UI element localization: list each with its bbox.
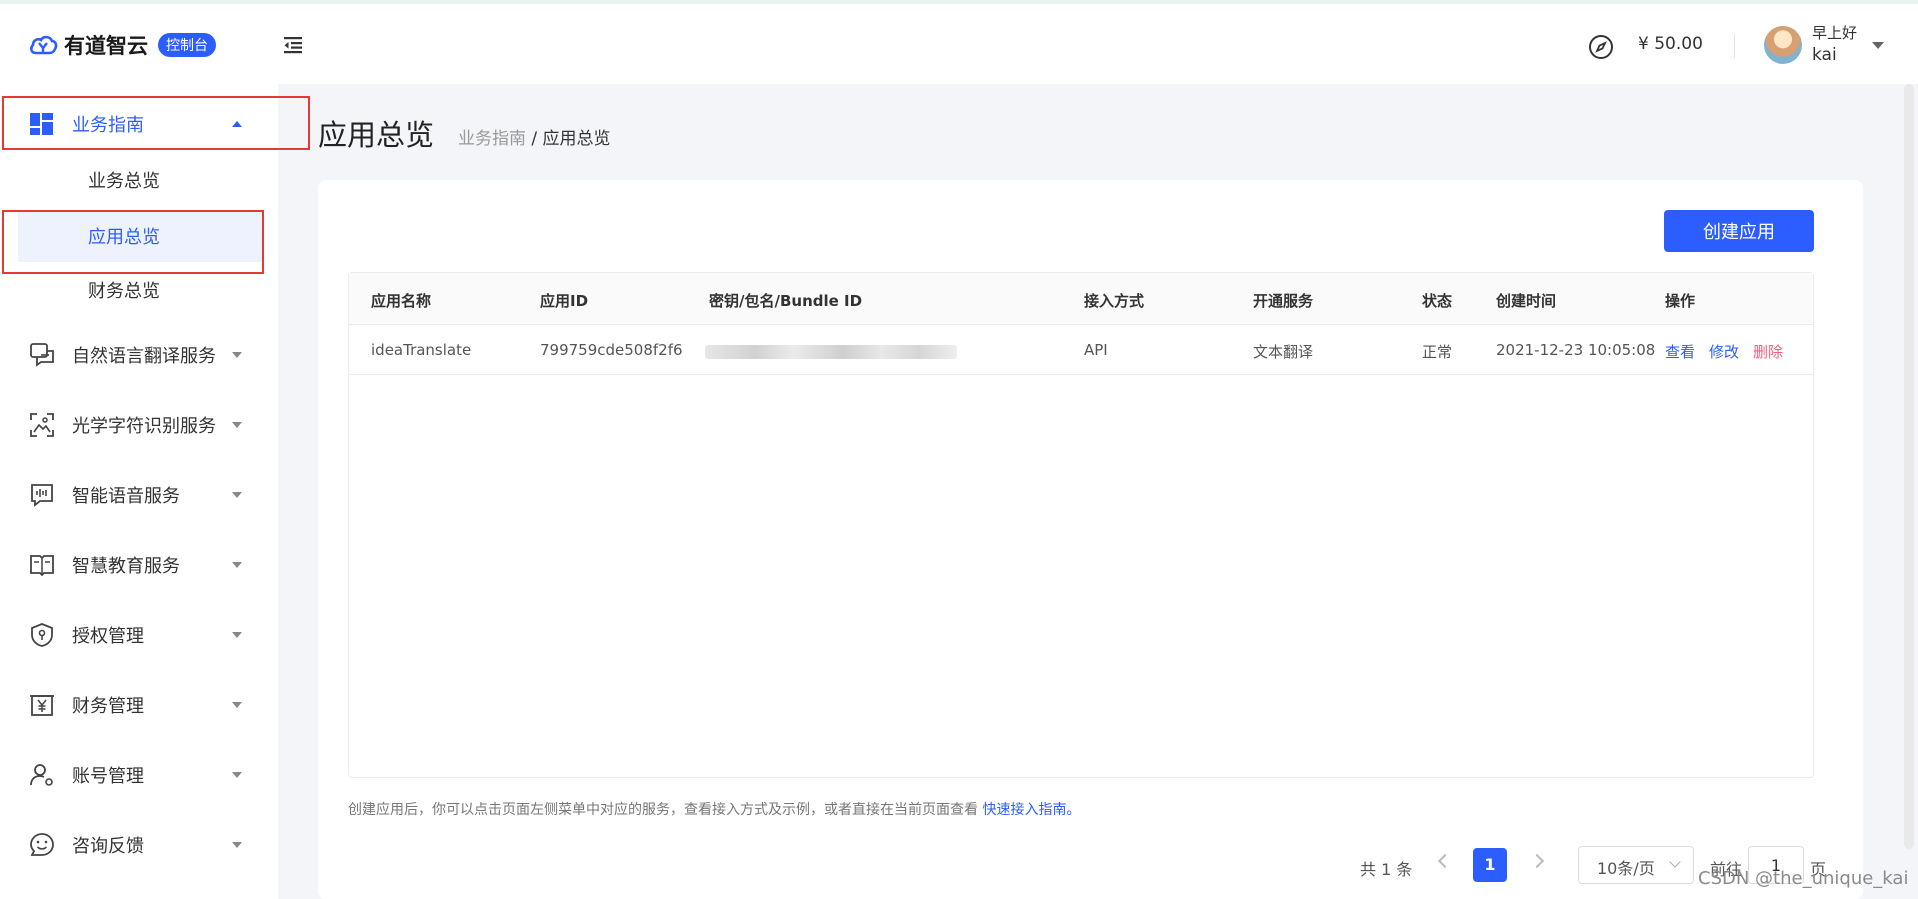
highlight-box-app-overview xyxy=(2,210,264,274)
page-size-value: 10条/页 xyxy=(1597,859,1655,878)
breadcrumb: 业务指南 / 应用总览 xyxy=(458,124,611,149)
sidebar-item-authorization[interactable]: 授权管理 xyxy=(0,610,278,660)
sidebar-item-account[interactable]: 账号管理 xyxy=(0,750,278,800)
sidebar-item-label: 授权管理 xyxy=(72,626,144,647)
cloud-logo-icon xyxy=(30,35,58,55)
cell-status: 正常 xyxy=(1422,343,1453,361)
chevron-down-icon xyxy=(232,842,242,848)
sidebar-item-label: 咨询反馈 xyxy=(72,836,144,857)
quick-start-guide-link[interactable]: 快速接入指南。 xyxy=(982,802,1080,818)
sidebar-item-translation[interactable]: 自然语言翻译服务 xyxy=(0,330,278,380)
book-icon xyxy=(30,555,54,577)
chevron-down-icon xyxy=(232,352,242,358)
column-header: 密钥/包名/Bundle ID xyxy=(709,292,863,310)
shield-icon xyxy=(31,623,53,647)
cell-app-name: ideaTranslate xyxy=(371,341,472,359)
chevron-down-icon xyxy=(232,422,242,428)
user-dropdown-caret-icon[interactable] xyxy=(1872,42,1884,49)
edit-link[interactable]: 修改 xyxy=(1709,343,1739,361)
page-scrollbar[interactable] xyxy=(1904,84,1914,849)
logo[interactable]: 有道智云 控制台 xyxy=(28,30,216,60)
breadcrumb-parent[interactable]: 业务指南 xyxy=(458,129,526,149)
column-header: 创建时间 xyxy=(1496,292,1557,310)
chevron-down-icon xyxy=(232,562,242,568)
column-header: 接入方式 xyxy=(1084,292,1145,310)
sidebar-subitem-business-overview[interactable]: 业务总览 xyxy=(18,154,264,206)
sidebar-item-feedback[interactable]: 咨询反馈 xyxy=(0,820,278,870)
column-header: 操作 xyxy=(1665,292,1696,310)
column-header: 应用名称 xyxy=(371,292,432,310)
page-number-current[interactable]: 1 xyxy=(1473,848,1507,882)
user-greeting[interactable]: 早上好 kai xyxy=(1812,22,1857,66)
create-app-button[interactable]: 创建应用 xyxy=(1664,210,1814,252)
sidebar-item-ocr[interactable]: 光学字符识别服务 xyxy=(0,400,278,450)
hint-text: 创建应用后，你可以点击页面左侧菜单中对应的服务，查看接入方式及示例，或者直接在当… xyxy=(348,802,983,818)
apps-table: 应用名称 应用ID 密钥/包名/Bundle ID 接入方式 开通服务 状态 创… xyxy=(348,272,1814,778)
cell-secret-key-blurred xyxy=(705,345,957,359)
chevron-down-icon xyxy=(232,702,242,708)
sidebar-item-voice[interactable]: 智能语音服务 xyxy=(0,470,278,520)
avatar[interactable] xyxy=(1764,26,1802,64)
console-badge: 控制台 xyxy=(158,33,216,57)
chevron-down-icon xyxy=(232,492,242,498)
sidebar-item-label: 智慧教育服务 xyxy=(72,556,180,577)
account-balance[interactable]: ¥ 50.00 xyxy=(1638,34,1703,54)
sidebar-item-label: 自然语言翻译服务 xyxy=(72,346,216,367)
sidebar-item-label: 光学字符识别服务 xyxy=(72,416,216,437)
table-row: ideaTranslate 799759cde508f2f6 API 文本翻译 … xyxy=(349,325,1813,375)
smile-icon xyxy=(30,833,54,856)
sidebar-item-education[interactable]: 智慧教育服务 xyxy=(0,540,278,590)
chevron-down-icon xyxy=(1669,856,1681,868)
header-divider xyxy=(1734,34,1735,58)
chevron-down-icon xyxy=(232,632,242,638)
column-header: 开通服务 xyxy=(1253,292,1314,310)
cell-operations: 查看 修改 删除 xyxy=(1665,341,1783,362)
username: kai xyxy=(1812,45,1837,65)
highlight-box-business-guide xyxy=(2,96,310,150)
breadcrumb-separator: / xyxy=(526,129,543,149)
view-link[interactable]: 查看 xyxy=(1665,343,1695,361)
sidebar: 业务指南 业务总览 应用总览 财务总览 自然语言翻译服务 光学字符识别服务 智能… xyxy=(0,84,278,899)
column-header: 状态 xyxy=(1422,292,1453,310)
compass-icon[interactable] xyxy=(1588,34,1614,60)
watermark: CSDN @the_unique_kai xyxy=(1698,868,1909,889)
yen-box-icon xyxy=(30,695,54,716)
logo-text: 有道智云 xyxy=(64,34,148,58)
collapse-menu-icon[interactable] xyxy=(282,34,304,56)
sidebar-item-label: 财务管理 xyxy=(72,696,144,717)
voice-wave-icon xyxy=(31,484,53,507)
cell-app-id: 799759cde508f2f6 xyxy=(540,341,683,359)
table-header: 应用名称 应用ID 密钥/包名/Bundle ID 接入方式 开通服务 状态 创… xyxy=(349,273,1813,325)
translate-chat-icon xyxy=(30,343,54,367)
help-hint: 创建应用后，你可以点击页面左侧菜单中对应的服务，查看接入方式及示例，或者直接在当… xyxy=(348,799,1080,819)
top-header: 有道智云 控制台 ¥ 50.00 早上好 kai xyxy=(0,4,1918,84)
breadcrumb-current: 应用总览 xyxy=(542,129,611,149)
sidebar-subitem-label: 业务总览 xyxy=(88,171,160,192)
greeting-text: 早上好 xyxy=(1812,24,1858,42)
cell-service: 文本翻译 xyxy=(1253,343,1314,361)
sidebar-item-label: 智能语音服务 xyxy=(72,486,180,507)
chevron-down-icon xyxy=(232,772,242,778)
page-title: 应用总览 xyxy=(318,118,435,152)
column-header: 应用ID xyxy=(540,292,589,310)
delete-link[interactable]: 删除 xyxy=(1753,343,1783,361)
sidebar-subitem-label: 财务总览 xyxy=(88,281,160,302)
sidebar-item-label: 账号管理 xyxy=(72,766,144,787)
ocr-scan-icon xyxy=(30,413,54,437)
sidebar-item-finance[interactable]: 财务管理 xyxy=(0,680,278,730)
page-size-select[interactable]: 10条/页 xyxy=(1578,846,1694,884)
cell-created-time: 2021-12-23 10:05:08 xyxy=(1496,341,1656,359)
user-gear-icon xyxy=(30,764,53,786)
cell-access-method: API xyxy=(1084,341,1108,359)
pagination-total: 共 1 条 xyxy=(1360,860,1413,879)
